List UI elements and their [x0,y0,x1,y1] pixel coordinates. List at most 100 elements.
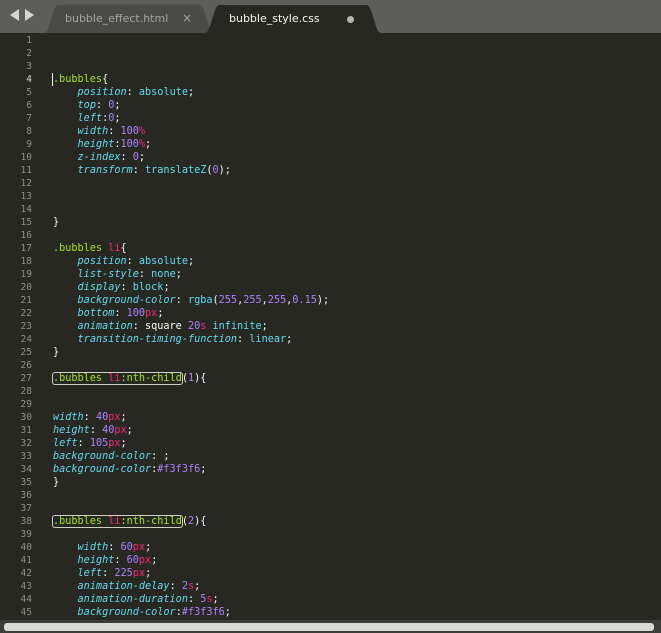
tab-bubble-effect-html[interactable]: bubble_effect.html × [44,5,214,33]
line-code: width: 60px; [53,541,152,554]
code-token: :nth-child [120,373,182,384]
code-line[interactable]: 2 [0,47,661,60]
code-line[interactable]: 1 [0,34,661,47]
code-line[interactable]: 43 animation-delay: 2s; [0,580,661,593]
line-number: 41 [20,555,32,566]
code-line[interactable]: 30 width: 40px; [0,411,661,424]
line-code: left: 225px; [53,567,152,580]
line-code: top: 0; [53,99,121,112]
code-token: : [77,438,90,449]
code-line[interactable]: 26 [0,359,661,372]
code-token: none [151,269,176,280]
code-line[interactable]: 3 [0,60,661,73]
code-token: 40 [95,412,109,423]
code-line[interactable]: 36 [0,489,661,502]
code-line[interactable]: 27 .bubbles li:nth-child(1){ [0,372,661,385]
triangle-left-icon [10,9,19,21]
selector-highlight: .bubbles li:nth-child [52,372,183,385]
horizontal-scrollbar[interactable] [4,623,654,631]
code-line[interactable]: 17 .bubbles li{ [0,242,661,255]
code-line[interactable]: 20 display: block; [0,281,661,294]
code-line[interactable]: 25} [0,346,661,359]
code-token: left [77,113,103,124]
code-editor[interactable]: 1 2 3 4 .bubbles{5 position: absolute; 6 top:… [0,33,661,620]
code-line[interactable]: 23 animation: square 20s infinite; [0,320,661,333]
code-line[interactable]: 38 .bubbles li:nth-child(2){ [0,515,661,528]
code-token: linear [249,334,287,345]
code-line[interactable]: 44 animation-duration: 5s; [0,593,661,606]
code-line[interactable]: 13 [0,190,661,203]
code-line[interactable]: 42 left: 225px; [0,567,661,580]
code-token: : square [132,321,188,332]
code-token: : [108,126,121,137]
code-line[interactable]: 39 [0,528,661,541]
code-token: animation [77,321,133,332]
code-token: ; [138,152,146,163]
code-line[interactable]: 34 background-color:#f3f3f6; [0,463,661,476]
code-token: 0.15 [292,295,317,306]
code-line[interactable]: 8 width: 100% [0,125,661,138]
tab-forward-button[interactable] [24,9,36,23]
code-token: height [77,139,115,150]
code-line[interactable]: 32 left: 105px; [0,437,661,450]
code-token: : [95,100,109,111]
code-token: 20 [187,321,201,332]
line-code: position: absolute; [53,255,195,268]
code-line[interactable]: 9 height:100%; [0,138,661,151]
code-line[interactable]: 12 [0,177,661,190]
code-line[interactable]: 45 background-color:#f3f3f6; [0,606,661,619]
code-token: % [138,126,146,137]
line-number: 44 [20,594,32,605]
code-token: background-color [77,295,176,306]
code-line[interactable]: 41 height: 60px; [0,554,661,567]
code-line[interactable]: 16 [0,229,661,242]
unsaved-dot-icon[interactable] [347,16,354,23]
code-line[interactable]: 33 background-color: ; [0,450,661,463]
line-number: 2 [26,48,32,59]
code-line[interactable]: 7 left:0; [0,112,661,125]
tab-bubble-style-css[interactable]: bubble_style.css [205,5,381,33]
code-token: ; [126,425,133,436]
code-line[interactable]: 4 .bubbles{ [0,73,661,86]
code-token: block [132,282,164,293]
tab-back-button[interactable] [10,9,22,23]
line-code: display: block; [53,281,170,294]
code-line[interactable]: 11 transform: translateZ(0); [0,164,661,177]
code-token: absolute [138,256,188,267]
code-line[interactable]: 6 top: 0; [0,99,661,112]
line-number: 23 [20,321,32,332]
code-line[interactable]: 18 position: absolute; [0,255,661,268]
code-line[interactable]: 19 list-style: none; [0,268,661,281]
code-token: height [53,425,90,436]
code-line[interactable]: 28 [0,385,661,398]
code-line[interactable]: 35} [0,476,661,489]
code-line[interactable]: 31 height: 40px; [0,424,661,437]
code-token: top [77,100,96,111]
code-line[interactable]: 24 transition-timing-function: linear; [0,333,661,346]
code-token: : [237,334,250,345]
code-line[interactable]: 37 [0,502,661,515]
line-code: background-color: ; [53,450,170,463]
code-line[interactable]: 40 width: 60px; [0,541,661,554]
code-line[interactable]: 10 z-index: 0; [0,151,661,164]
code-line[interactable]: 5 position: absolute; [0,86,661,99]
line-code: left:0; [53,112,121,125]
code-token: absolute [138,87,188,98]
code-token: background-color [53,451,152,462]
selector-highlight: .bubbles li:nth-child [52,515,183,528]
code-line[interactable]: 14 [0,203,661,216]
code-line[interactable]: 21 background-color: rgba(255,255,255,0.… [0,294,661,307]
code-line[interactable]: 29 [0,398,661,411]
line-code: bottom: 100px; [53,307,164,320]
close-icon[interactable]: × [182,11,192,25]
code-line[interactable]: 22 bottom: 100px; [0,307,661,320]
line-number: 10 [20,152,32,163]
code-line[interactable]: 15} [0,216,661,229]
